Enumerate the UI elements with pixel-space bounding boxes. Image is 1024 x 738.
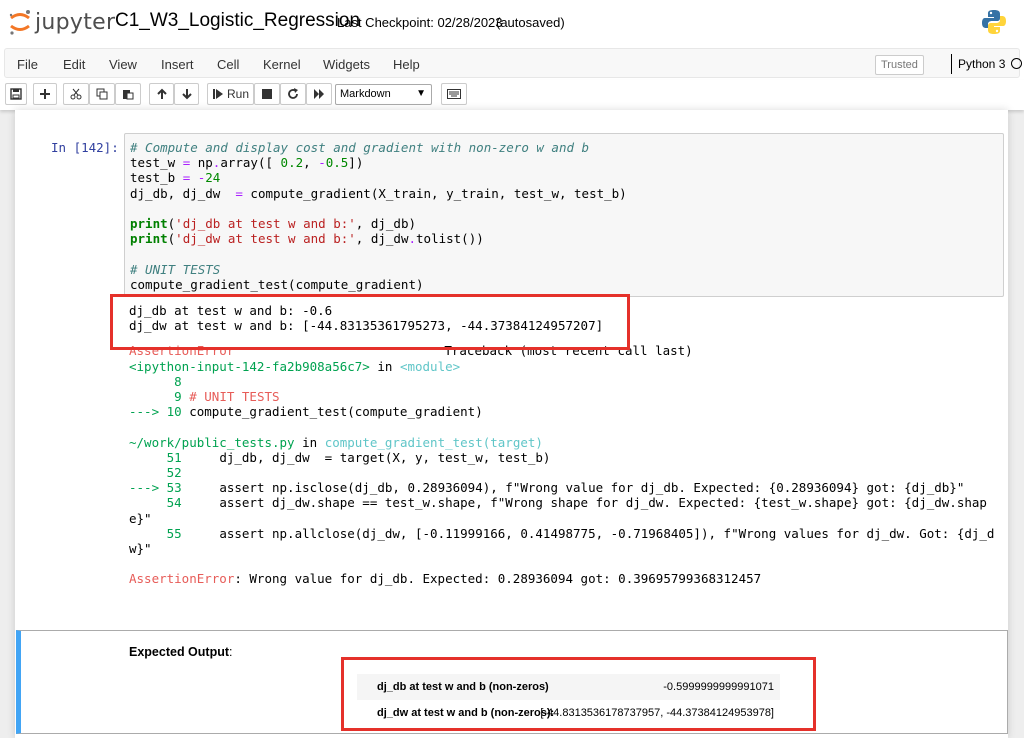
traceback-line: ---> 53 assert np.isclose(dj_db, 0.28936…	[129, 480, 965, 496]
code-line: dj_db, dj_dw = compute_gradient(X_train,…	[130, 185, 627, 201]
traceback-input-ref: <ipython-input-142-fa2b908a56c7> in <mod…	[129, 358, 461, 374]
command-palette-button[interactable]	[441, 83, 467, 105]
code-line: test_w = np.array([ 0.2, -0.5])	[130, 155, 364, 171]
run-icon	[212, 89, 223, 99]
code-line: print('dj_dw at test w and b:', dj_dw.to…	[130, 231, 484, 247]
code-cell-input[interactable]: # Compute and display cost and gradient …	[124, 133, 1004, 297]
move-up-button[interactable]	[149, 83, 174, 105]
chevron-down-icon: ▼	[416, 88, 426, 99]
menu-help[interactable]: Help	[393, 57, 420, 72]
menu-edit[interactable]: Edit	[63, 57, 85, 72]
traceback-line: 55 assert np.allclose(dj_dw, [-0.1199916…	[129, 525, 995, 541]
code-line: # Compute and display cost and gradient …	[130, 140, 590, 155]
traceback-line: 54 assert dj_dw.shape == test_w.shape, f…	[129, 495, 987, 511]
expected-output-heading: Expected Output:	[129, 645, 233, 659]
arrow-down-icon	[181, 89, 192, 100]
paste-icon	[123, 90, 134, 100]
jupyter-logo-icon	[9, 10, 30, 35]
run-button[interactable]: Run	[207, 83, 254, 105]
traceback-line: 52	[129, 465, 182, 481]
traceback-line: 8	[129, 373, 182, 389]
expected-output-highlight-box	[341, 657, 816, 731]
traceback-line: 51 dj_db, dj_dw = target(X, y, test_w, t…	[129, 449, 551, 465]
insert-cell-button[interactable]	[33, 83, 57, 105]
menubar-container: File Edit View Insert Cell Kernel Widget…	[4, 48, 1022, 78]
save-button[interactable]	[5, 83, 27, 105]
restart-run-all-button[interactable]	[306, 83, 332, 105]
plus-icon	[40, 89, 50, 99]
menu-widgets[interactable]: Widgets	[323, 57, 370, 72]
traceback-file-ref: ~/work/public_tests.py in compute_gradie…	[129, 434, 543, 450]
jupyter-logo[interactable]: jupyter	[8, 7, 115, 37]
cut-icon	[70, 88, 82, 100]
traceback-line: w}"	[129, 541, 152, 557]
keyboard-icon	[447, 89, 461, 99]
menu-cell[interactable]: Cell	[217, 57, 239, 72]
code-line: # UNIT TESTS	[130, 261, 221, 277]
last-checkpoint: Last Checkpoint: 02/28/2023	[337, 15, 503, 30]
traceback-line: 9 # UNIT TESTS	[129, 389, 280, 405]
kernel-idle-indicator-icon	[1011, 58, 1022, 69]
menu-view[interactable]: View	[109, 57, 137, 72]
run-label: Run	[226, 87, 249, 101]
traceback-line: ---> 10 compute_gradient_test(compute_gr…	[129, 404, 483, 420]
menu-kernel[interactable]: Kernel	[263, 57, 301, 72]
save-icon	[10, 88, 22, 100]
jupyter-logo-text: jupyter	[35, 9, 116, 35]
code-line: compute_gradient_test(compute_gradient)	[130, 276, 424, 292]
autosave-status: (autosaved)	[496, 15, 565, 30]
menu-file[interactable]: File	[17, 57, 38, 72]
stdout-highlight-box	[110, 294, 630, 350]
cell-type-value: Markdown	[340, 88, 391, 100]
paste-button[interactable]	[115, 83, 141, 105]
cell-prompt: In [142]:	[51, 140, 119, 155]
code-line: print('dj_db at test w and b:', dj_db)	[130, 216, 417, 232]
traceback-line: e}"	[129, 510, 152, 526]
code-editor[interactable]: # Compute and display cost and gradient …	[130, 140, 627, 292]
restart-button[interactable]	[280, 83, 306, 105]
move-down-button[interactable]	[174, 83, 199, 105]
notebook-name[interactable]: C1_W3_Logistic_Regression	[115, 10, 360, 32]
markdown-cell-selected[interactable]: Expected Output: dj_db at test w and b (…	[16, 630, 1008, 734]
menu-insert[interactable]: Insert	[161, 57, 194, 72]
error-message: AssertionError: Wrong value for dj_db. E…	[129, 571, 762, 587]
arrow-up-icon	[156, 88, 167, 99]
fast-forward-icon	[314, 89, 324, 99]
notebook-container: In [142]: # Compute and display cost and…	[15, 110, 1008, 738]
notebook-header: jupyter C1_W3_Logistic_Regression Last C…	[0, 0, 1024, 46]
cell-type-select[interactable]: Markdown ▼	[335, 84, 432, 105]
copy-button[interactable]	[89, 83, 115, 105]
python-logo-icon	[982, 10, 1006, 34]
cut-button[interactable]	[63, 83, 89, 105]
copy-icon	[96, 88, 108, 100]
kernel-separator	[951, 54, 952, 74]
kernel-name[interactable]: Python 3	[958, 57, 1005, 71]
toolbar: Run Markdown ▼	[0, 80, 1024, 110]
menubar: File Edit View Insert Cell Kernel Widget…	[0, 46, 1024, 80]
interrupt-button[interactable]	[254, 83, 280, 105]
code-line: test_b = -24	[130, 170, 221, 186]
stop-icon	[262, 89, 272, 99]
restart-icon	[288, 88, 298, 99]
trusted-badge[interactable]: Trusted	[875, 55, 924, 75]
